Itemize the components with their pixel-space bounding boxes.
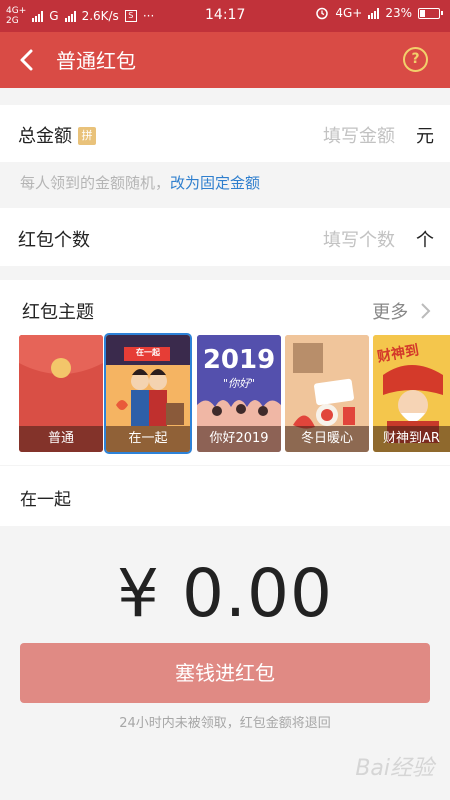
signal-icon-2 (64, 10, 76, 22)
amount-unit: 元 (416, 126, 434, 147)
theme-label: 红包主题 (22, 302, 94, 323)
theme-caption: 财神到AR (373, 426, 450, 452)
help-icon[interactable]: ? (403, 47, 428, 72)
signal-icon-3 (368, 7, 380, 19)
network-indicator: 4G+ 2G (6, 6, 26, 26)
network-bottom-label: 2G (6, 16, 19, 26)
battery-icon (418, 7, 443, 19)
carrier-g-label: G (49, 9, 59, 23)
speed-label: 2.6K/s (81, 9, 119, 23)
status-bar: 4G+ 2G G 2.6K/s S ··· 14:17 4G+ 23% (0, 0, 450, 32)
battery-fill (420, 9, 425, 17)
hello2019-subtitle: "你好" (222, 377, 256, 390)
alarm-icon (316, 7, 329, 20)
theme-caption: 你好2019 (197, 426, 281, 452)
pin-badge: 拼 (78, 127, 96, 145)
more-dots: ··· (142, 9, 155, 23)
more-label: 更多 (372, 302, 409, 323)
more-themes-link[interactable]: 更多 (372, 298, 432, 324)
hello2019-year: 2019 (202, 345, 276, 375)
title-bar: 普通红包 ? (0, 32, 450, 88)
amount-row[interactable]: 总金额拼 填写金额 元 (0, 105, 450, 162)
theme-caption: 冬日暖心 (285, 426, 369, 452)
fixed-amount-link[interactable]: 改为固定金额 (170, 174, 260, 192)
amount-display: ¥ 0.00 (117, 555, 333, 632)
amount-input[interactable]: 填写金额 (323, 122, 395, 148)
amount-hint: 每人领到的金额随机，改为固定金额 (20, 172, 260, 193)
signal-icon (32, 10, 44, 22)
status-time: 14:17 (205, 7, 246, 23)
page-title: 普通红包 (56, 49, 136, 73)
submit-button[interactable]: 塞钱进红包 (20, 643, 430, 703)
network-top-label: 4G+ (6, 6, 27, 16)
theme-caption: 在一起 (106, 426, 190, 452)
hint-text: 每人领到的金额随机， (20, 174, 171, 192)
battery-percent: 23% (385, 6, 412, 20)
amount-label: 总金额 (18, 126, 72, 147)
theme-caption: 普通 (19, 426, 103, 452)
refund-note: 24小时内未被领取，红包金额将退回 (119, 716, 331, 731)
count-row[interactable]: 红包个数 填写个数 个 (0, 208, 450, 266)
count-input[interactable]: 填写个数 (323, 226, 395, 252)
count-label: 红包个数 (18, 230, 90, 251)
status-left: 4G+ 2G G 2.6K/s S ··· (6, 2, 154, 30)
theme-card-normal[interactable]: 普通 (19, 335, 103, 452)
theme-card-winter[interactable]: 冬日暖心 (285, 335, 369, 452)
watermark-logo: Bai经验 (355, 756, 434, 781)
back-arrow-icon[interactable] (14, 46, 42, 74)
theme-card-together[interactable]: 在一起 在一起 (104, 333, 192, 454)
right-network-label: 4G+ (335, 6, 363, 20)
chevron-right-icon (421, 303, 431, 319)
status-right: 4G+ 23% (315, 6, 443, 20)
amount-label-wrap: 总金额拼 (18, 122, 96, 148)
together-art-title: 在一起 (136, 348, 160, 357)
count-unit: 个 (416, 230, 434, 251)
theme-card-caishen[interactable]: 财神到 财神到AR (373, 335, 450, 452)
theme-card-hello2019[interactable]: 2019 "你好" 你好2019 (197, 335, 281, 452)
notification-icon: S (124, 10, 137, 22)
selected-theme-name: 在一起 (20, 490, 71, 510)
